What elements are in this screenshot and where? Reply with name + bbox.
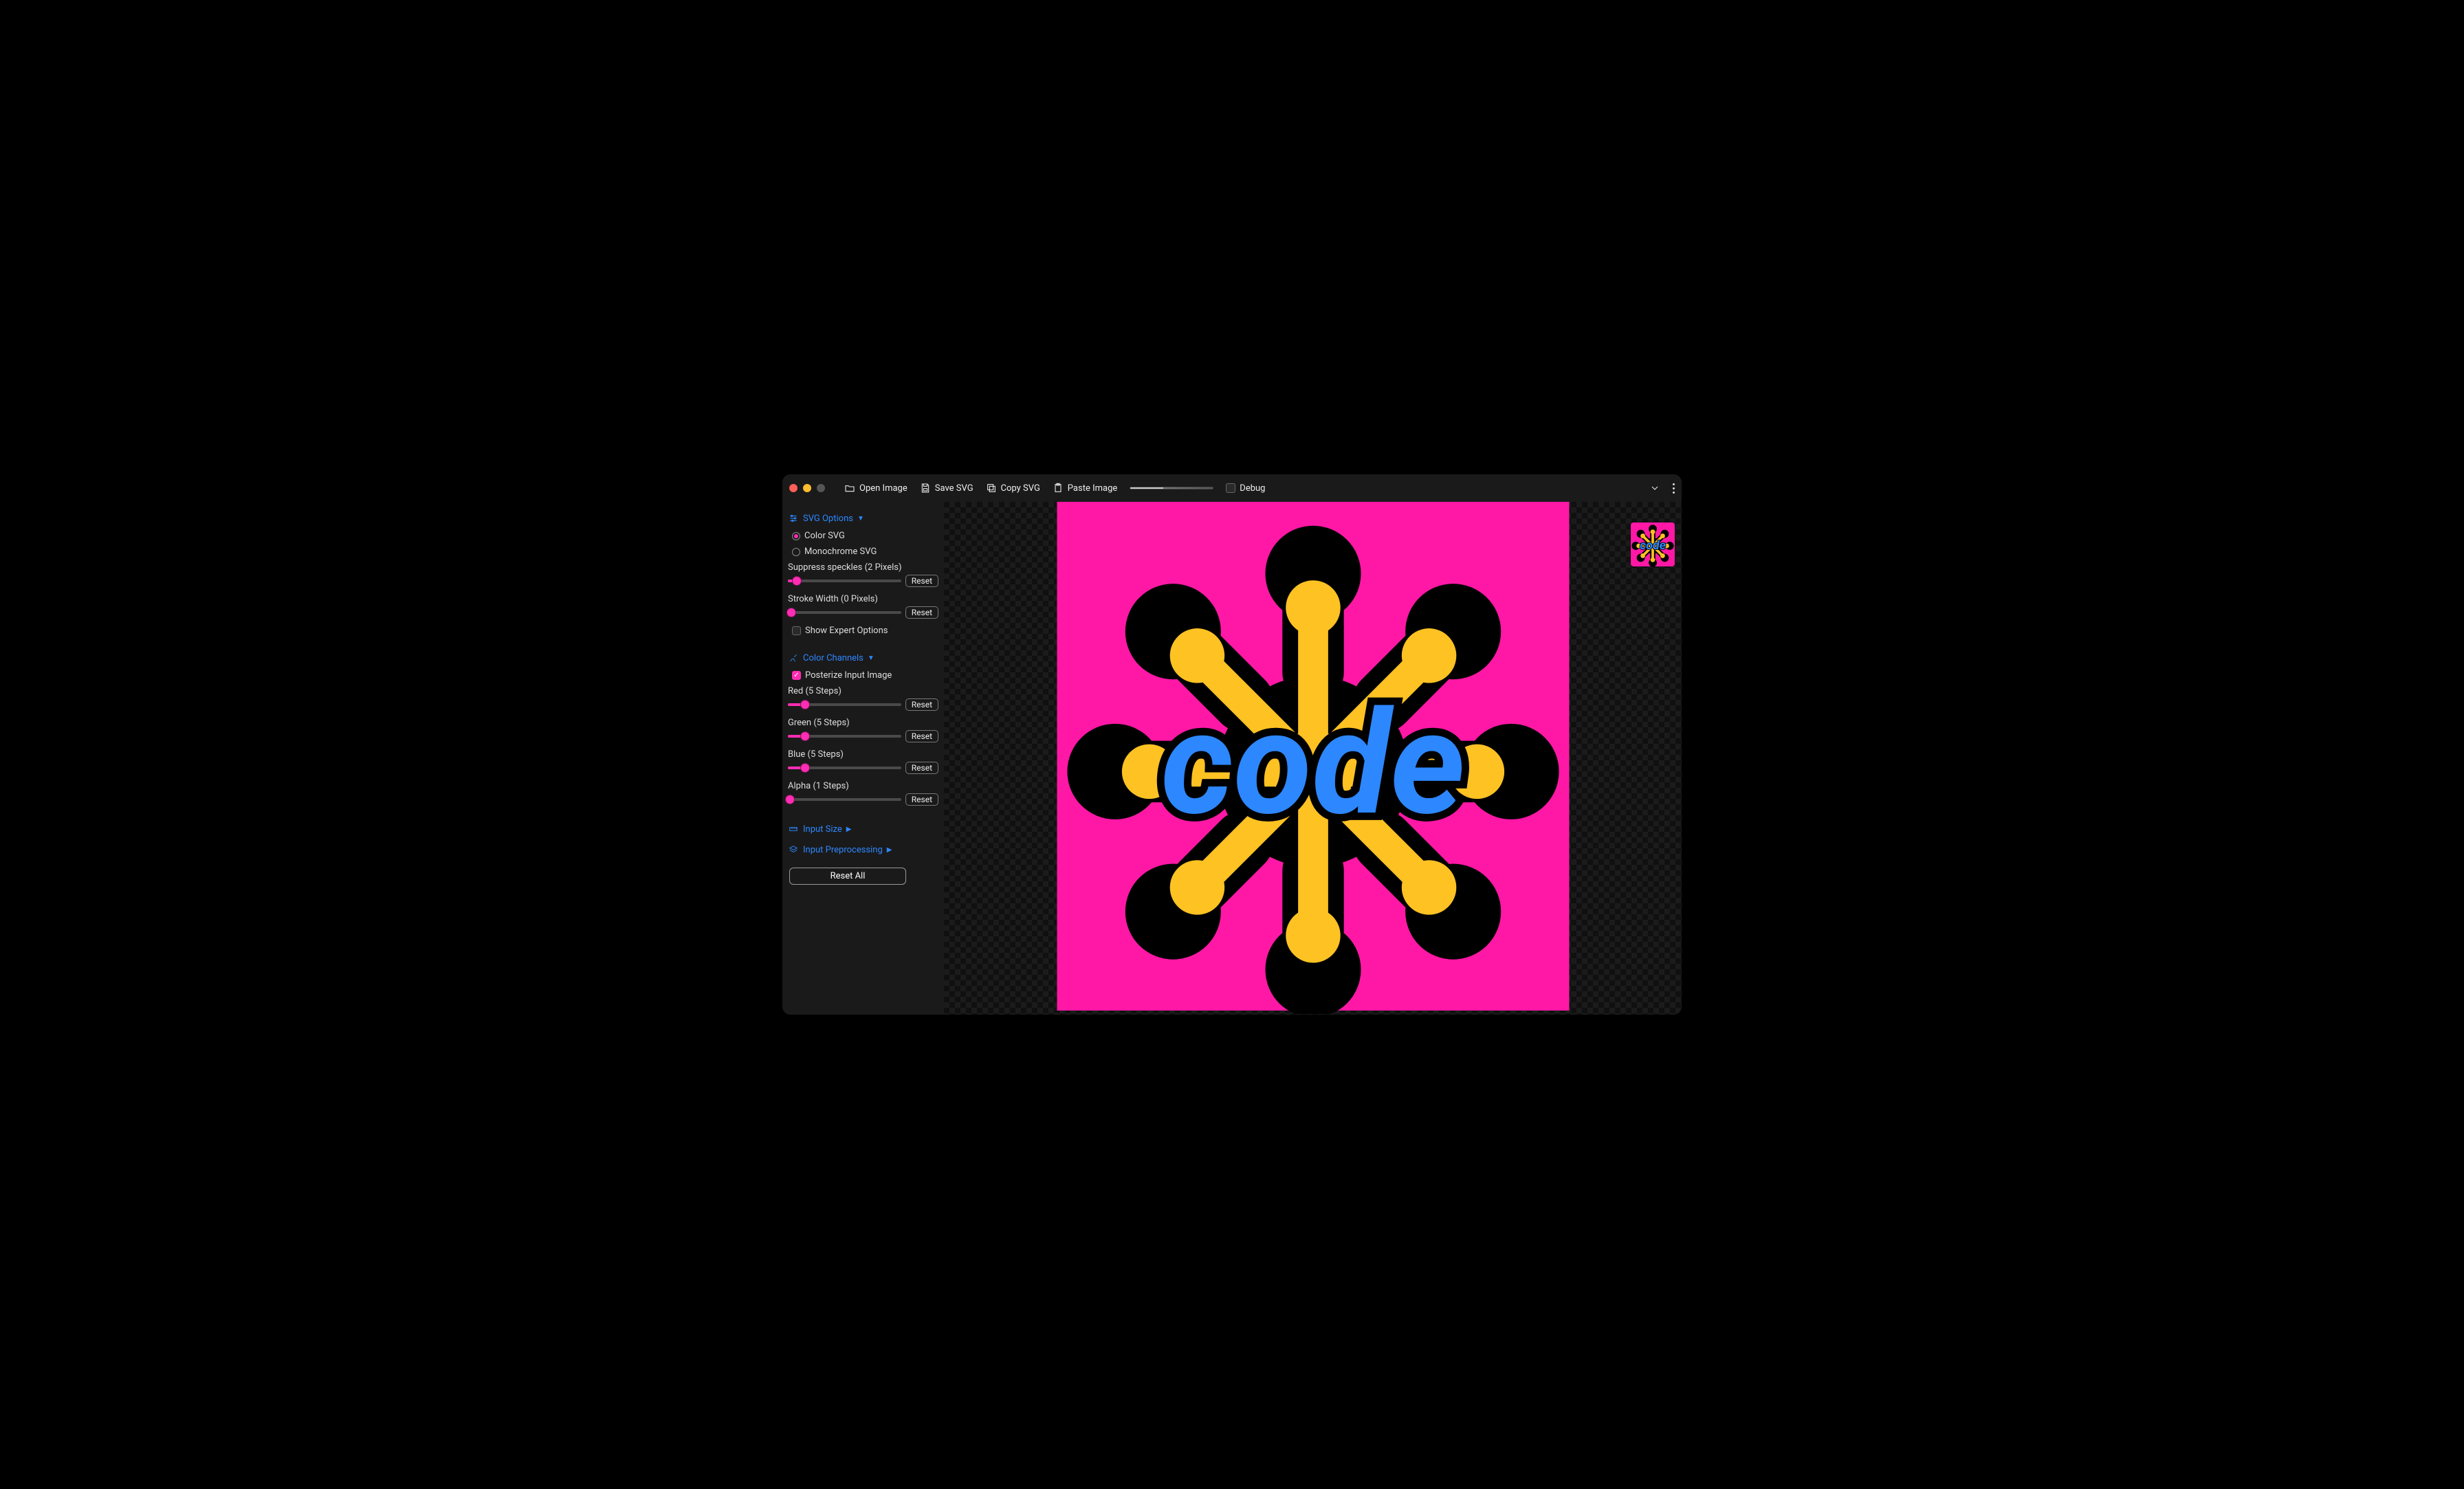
alpha-group: Alpha (1 Steps) Reset [788,780,938,808]
radio-unselected-icon [792,548,800,556]
debug-label: Debug [1240,483,1265,494]
logo-text: code [1160,679,1465,848]
save-svg-label: Save SVG [935,483,974,494]
posterize-toggle[interactable]: ✓ Posterize Input Image [788,669,938,682]
section-color-channels-label: Color Channels [803,653,864,663]
blue-reset[interactable]: Reset [905,762,938,774]
stroke-width-reset[interactable]: Reset [905,606,938,619]
titlebar: Open Image Save SVG Copy SVG Paste Image… [782,474,1682,502]
blue-slider[interactable] [788,766,901,769]
stroke-width-slider[interactable] [788,611,901,614]
section-input-size-label: Input Size [803,824,842,835]
section-input-preprocessing-label: Input Preprocessing [803,845,883,855]
app-body: SVG Options ▼ Color SVG Monochrome SVG S… [782,502,1682,1015]
zoom-slider[interactable] [1130,487,1213,489]
folder-open-icon [844,483,855,494]
suppress-speckles-group: Suppress speckles (2 Pixels) Reset [788,561,938,590]
save-icon [920,483,931,494]
red-group: Red (5 Steps) Reset [788,685,938,714]
radio-monochrome-svg-label: Monochrome SVG [804,547,877,557]
red-reset[interactable]: Reset [905,698,938,711]
section-color-channels[interactable]: Color Channels ▼ [788,652,938,663]
suppress-speckles-slider[interactable] [788,580,901,582]
app-window: Open Image Save SVG Copy SVG Paste Image… [782,474,1682,1015]
red-label: Red (5 Steps) [788,686,938,698]
radio-color-svg-label: Color SVG [804,531,845,541]
chevron-down-icon[interactable] [1649,483,1660,494]
alpha-label: Alpha (1 Steps) [788,781,938,793]
svg-text:code: code [1640,538,1666,553]
save-svg-button[interactable]: Save SVG [920,483,974,494]
green-reset[interactable]: Reset [905,730,938,742]
paste-image-label: Paste Image [1068,483,1117,494]
section-svg-options-label: SVG Options [803,514,853,524]
show-expert-options[interactable]: Show Expert Options [788,624,938,637]
triangle-right-icon: ▶ [846,826,852,833]
output-svg-preview: code [1055,502,1571,1014]
checkbox-icon [1226,483,1235,493]
canvas-area[interactable]: code [944,502,1682,1015]
section-input-size[interactable]: Input Size ▶ [788,824,938,835]
checkbox-checked-icon: ✓ [792,671,801,680]
open-image-label: Open Image [859,483,908,494]
sidebar: SVG Options ▼ Color SVG Monochrome SVG S… [782,502,944,1015]
copy-svg-button[interactable]: Copy SVG [986,483,1040,494]
suppress-speckles-reset[interactable]: Reset [905,575,938,587]
layers-icon [788,844,799,855]
reset-all-button[interactable]: Reset All [789,868,906,885]
brush-icon [788,652,799,663]
stroke-width-group: Stroke Width (0 Pixels) Reset [788,593,938,621]
triangle-right-icon: ▶ [887,846,892,854]
radio-monochrome-svg[interactable]: Monochrome SVG [788,545,938,558]
maximize-window-button[interactable] [817,484,825,492]
minimize-window-button[interactable] [803,484,811,492]
section-input-preprocessing[interactable]: Input Preprocessing ▶ [788,844,938,855]
blue-label: Blue (5 Steps) [788,749,938,762]
triangle-down-icon: ▼ [868,654,874,662]
clipboard-icon [1053,483,1064,494]
radio-selected-icon [792,532,800,540]
section-svg-options[interactable]: SVG Options ▼ [788,513,938,524]
green-label: Green (5 Steps) [788,718,938,730]
radio-color-svg[interactable]: Color SVG [788,529,938,542]
ruler-icon [788,824,799,835]
alpha-slider[interactable] [788,798,901,801]
window-traffic-lights [789,484,832,492]
open-image-button[interactable]: Open Image [844,483,908,494]
debug-toggle[interactable]: Debug [1226,483,1265,494]
posterize-label: Posterize Input Image [805,670,892,681]
close-window-button[interactable] [789,484,798,492]
copy-icon [986,483,997,494]
alpha-reset[interactable]: Reset [905,793,938,806]
suppress-speckles-label: Suppress speckles (2 Pixels) [788,562,938,575]
kebab-menu-icon[interactable] [1673,483,1675,494]
red-slider[interactable] [788,703,901,706]
sliders-icon [788,513,799,524]
green-group: Green (5 Steps) Reset [788,716,938,745]
triangle-down-icon: ▼ [857,515,864,522]
checkbox-icon [792,626,801,635]
blue-group: Blue (5 Steps) Reset [788,748,938,777]
green-slider[interactable] [788,735,901,738]
paste-image-button[interactable]: Paste Image [1053,483,1117,494]
show-expert-options-label: Show Expert Options [805,626,888,636]
copy-svg-label: Copy SVG [1001,483,1040,494]
stroke-width-label: Stroke Width (0 Pixels) [788,594,938,606]
input-thumbnail[interactable]: code [1631,522,1675,566]
